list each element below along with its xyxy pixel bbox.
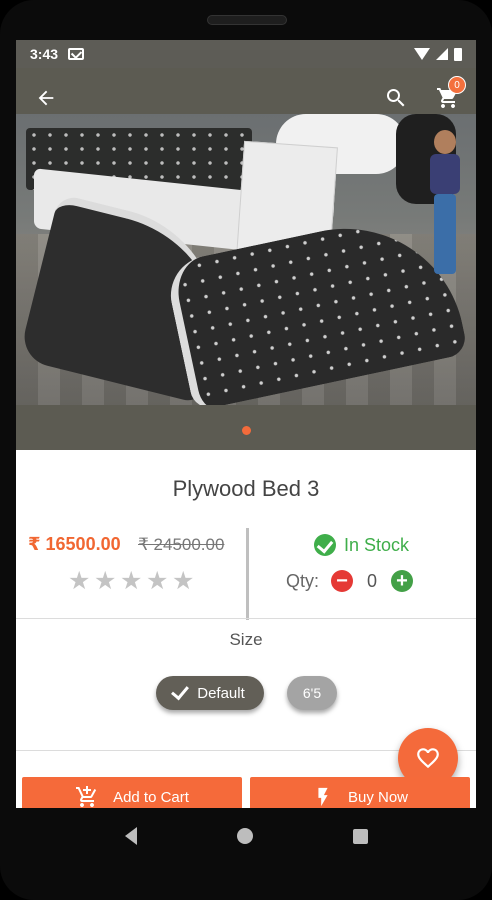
- screen: 3:43 0 Plywood Bed 3 ₹ 16500.00 ₹ 24500.…: [16, 40, 476, 808]
- stock-status: In Stock: [314, 534, 409, 556]
- check-icon: [171, 681, 190, 701]
- size-options: Default 6'5: [16, 676, 476, 716]
- star-icon[interactable]: ★: [68, 569, 90, 594]
- phone-frame: 3:43 0 Plywood Bed 3 ₹ 16500.00 ₹ 24500.…: [0, 0, 492, 900]
- size-label: Size: [229, 630, 263, 649]
- star-icon[interactable]: ★: [120, 569, 142, 594]
- quantity-stepper: Qty: − 0 +: [286, 570, 414, 592]
- original-price: ₹ 24500.00: [138, 535, 225, 554]
- size-chip-label: Default: [197, 684, 245, 702]
- qty-label: Qty:: [286, 570, 320, 591]
- divider: [16, 618, 476, 619]
- size-chip-default[interactable]: Default: [156, 676, 264, 710]
- sale-price: ₹ 16500.00: [28, 534, 121, 554]
- nav-back-icon[interactable]: [124, 827, 137, 845]
- qty-value: 0: [367, 570, 378, 591]
- wifi-icon: [414, 48, 430, 60]
- heart-outline-icon: [417, 748, 439, 769]
- nav-recents-icon[interactable]: [352, 828, 368, 844]
- star-icon[interactable]: ★: [146, 569, 168, 594]
- add-to-cart-label: Add to Cart: [113, 788, 189, 806]
- star-icon[interactable]: ★: [94, 569, 116, 594]
- buy-now-button[interactable]: Buy Now: [250, 777, 470, 808]
- check-circle-icon: [314, 534, 336, 556]
- status-bar: 3:43: [16, 40, 476, 68]
- carousel-indicator-dot[interactable]: [242, 426, 251, 435]
- nav-home-icon[interactable]: [236, 828, 253, 844]
- arrow-back-icon: [38, 90, 54, 106]
- status-icons: [414, 47, 462, 61]
- product-title: Plywood Bed 3: [172, 476, 320, 501]
- size-chip-label: 6'5: [302, 685, 322, 701]
- stock-label: In Stock: [344, 534, 410, 555]
- buy-now-label: Buy Now: [347, 788, 409, 806]
- battery-icon: [454, 47, 462, 61]
- product-photo: [16, 114, 476, 405]
- speaker: [207, 15, 287, 25]
- decrease-qty-button[interactable]: −: [331, 570, 354, 592]
- vertical-divider: [246, 528, 249, 620]
- search-icon: [387, 89, 405, 107]
- signal-icon: [436, 48, 448, 60]
- star-icon[interactable]: ★: [172, 569, 194, 594]
- system-nav-bar: [0, 808, 492, 864]
- back-button[interactable]: [32, 84, 60, 112]
- search-button[interactable]: [382, 84, 410, 112]
- flash-icon: [318, 787, 328, 807]
- increase-qty-button[interactable]: +: [391, 570, 414, 592]
- status-time: 3:43: [30, 46, 59, 62]
- add-to-cart-button[interactable]: Add to Cart: [22, 777, 242, 808]
- price-row: ₹ 16500.00 ₹ 24500.00 ★ ★ ★ ★ ★ In Stock…: [16, 520, 476, 620]
- size-chip-6-5[interactable]: 6'5: [287, 676, 337, 710]
- cart-count-badge: 0: [448, 76, 466, 94]
- rating-stars[interactable]: ★ ★ ★ ★ ★: [68, 569, 194, 594]
- mail-icon: [68, 48, 85, 60]
- add-shopping-cart-icon: [76, 786, 97, 807]
- product-image-carousel[interactable]: [16, 68, 476, 450]
